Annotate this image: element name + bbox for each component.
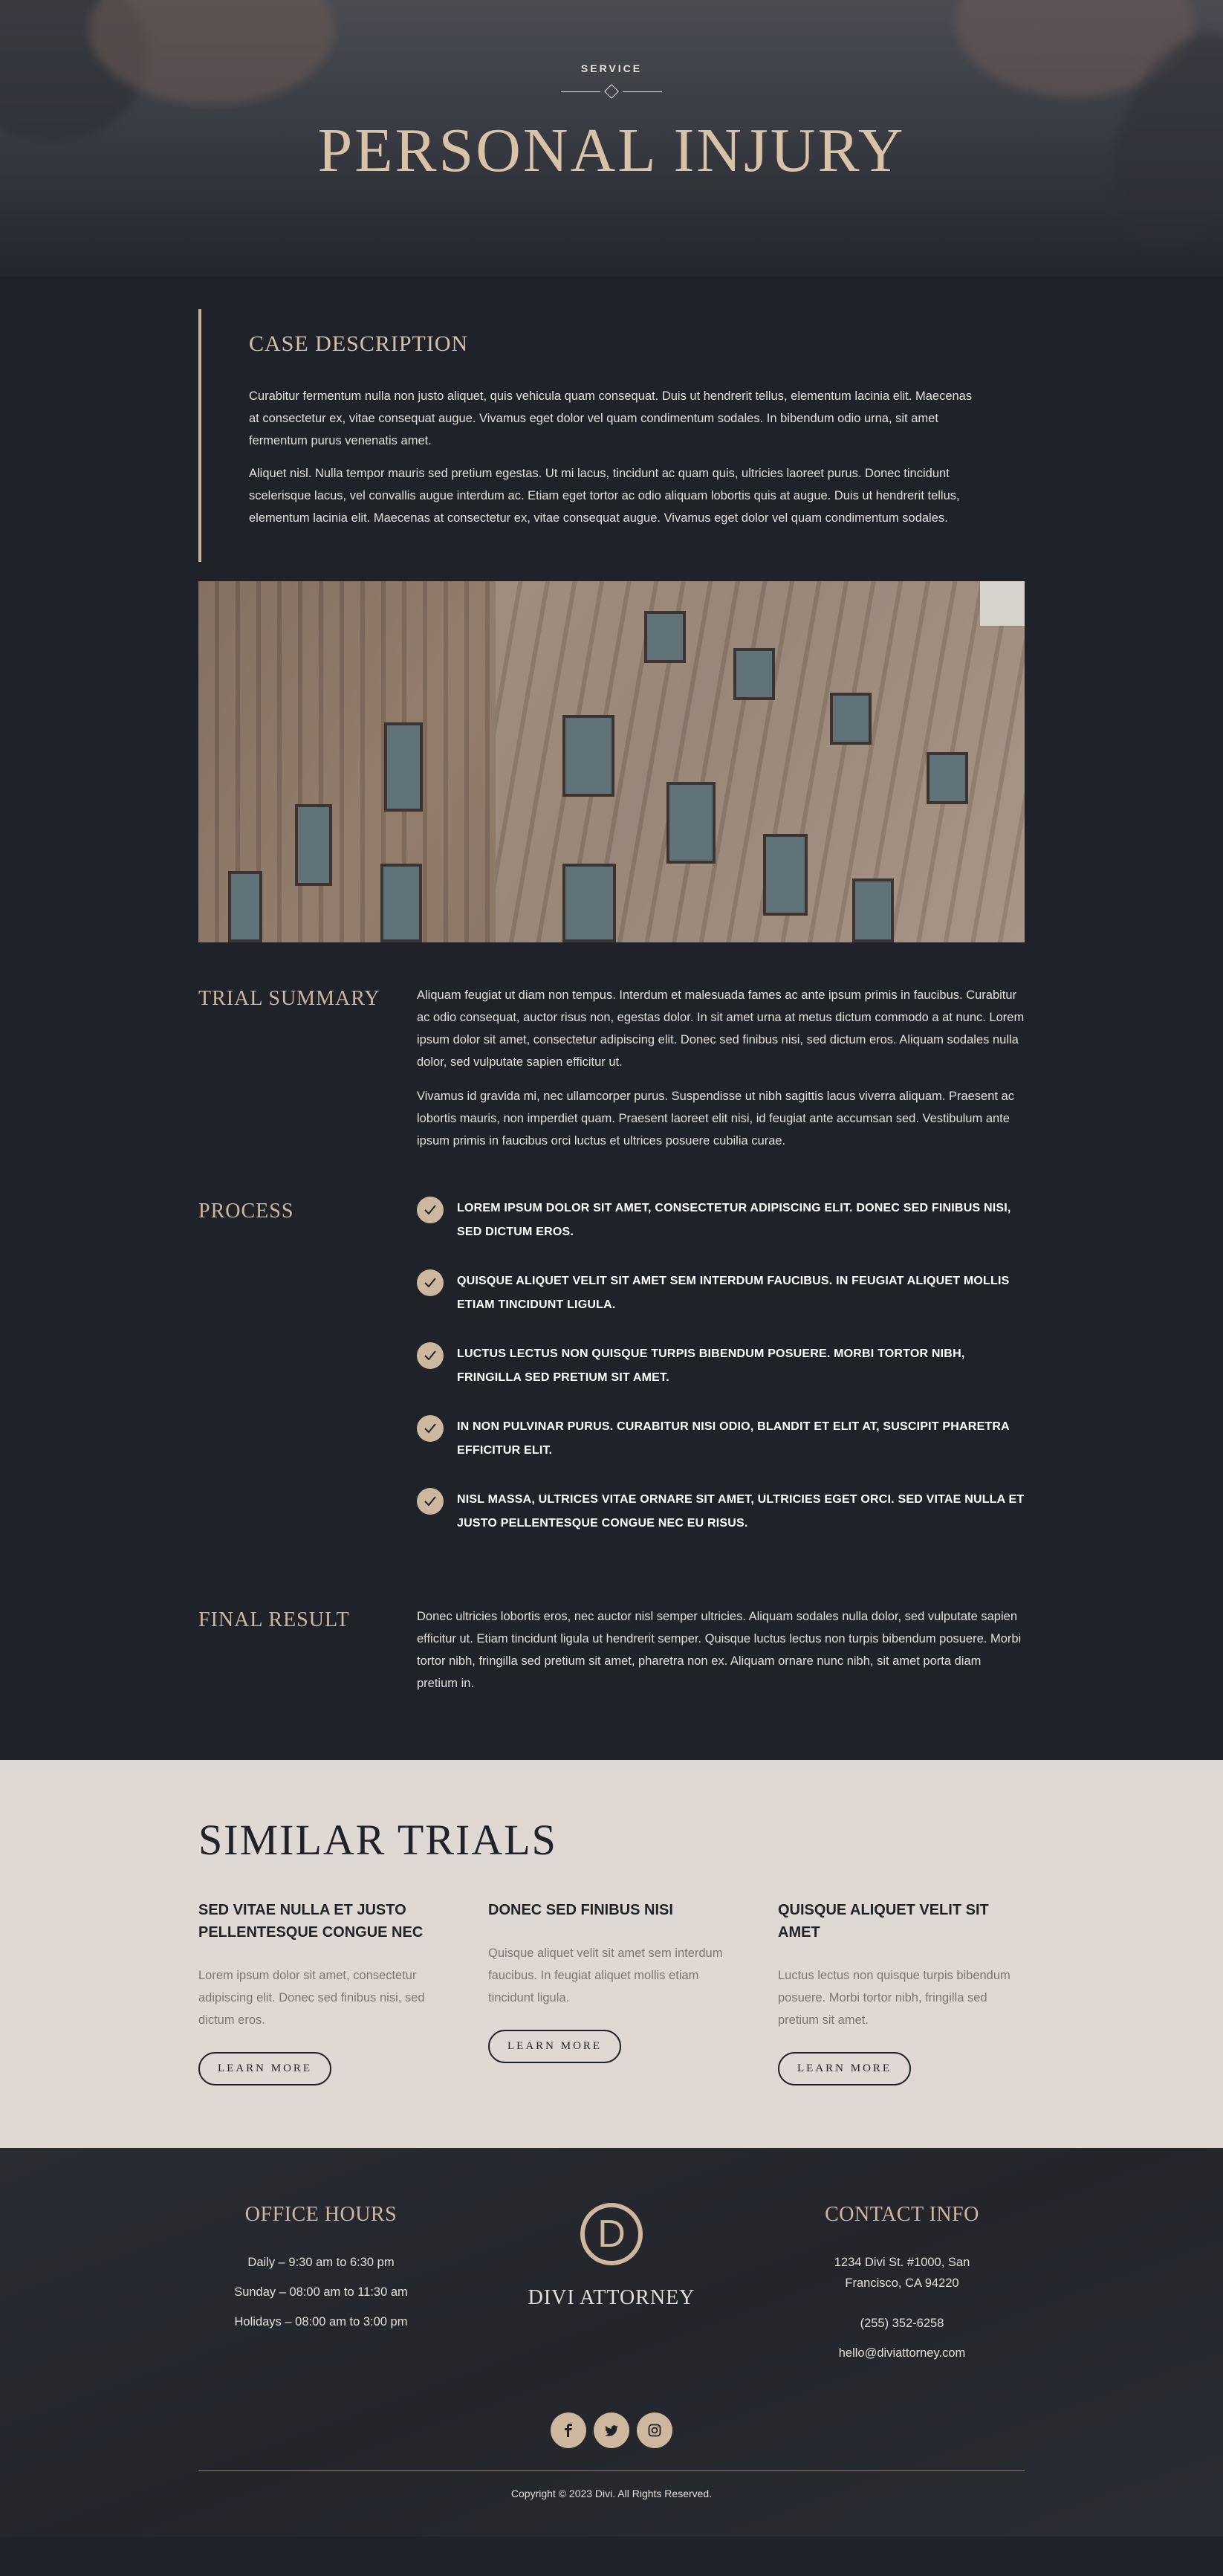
case-description: CASE DESCRIPTION Curabitur fermentum nul…: [198, 309, 1025, 562]
learn-more-button[interactable]: LEARN MORE: [778, 2052, 912, 2085]
brand-name: DIVI ATTORNEY: [528, 2286, 695, 2309]
trial-summary-paragraph: Vivamus id gravida mi, nec ullamcorper p…: [417, 1090, 1014, 1148]
checkmark-icon: [417, 1269, 444, 1296]
trial-card: DONEC SED FINIBUS NISI Quisque aliquet v…: [488, 1899, 724, 2085]
logo[interactable]: D: [580, 2203, 643, 2265]
trial-summary-label: TRIAL SUMMARY: [198, 987, 380, 1010]
trial-card-title: SED VITAE NULLA ET JUSTO PELLENTESQUE CO…: [198, 1902, 424, 1941]
similar-trials-heading: SIMILAR TRIALS: [198, 1816, 557, 1864]
contact-email[interactable]: hello@diviattorney.com: [779, 2343, 1025, 2363]
case-description-heading: CASE DESCRIPTION: [249, 331, 469, 356]
trial-card-text: Quisque aliquet velit sit amet sem inter…: [488, 1946, 723, 2004]
process-item: In non pulvinar purus. Curabitur nisi od…: [417, 1415, 1025, 1463]
process-item: Lorem ipsum dolor sit amet, consectetur …: [417, 1197, 1025, 1244]
footer: OFFICE HOURS Daily – 9:30 am to 6:30 pm …: [0, 2148, 1223, 2537]
trial-card: QUISQUE ALIQUET VELIT SIT AMET Luctus le…: [778, 1899, 1014, 2085]
trial-summary-paragraph: Aliquam feugiat ut diam non tempus. Inte…: [417, 988, 1025, 1069]
checkmark-icon: [417, 1415, 444, 1442]
hero-divider: [561, 84, 662, 99]
trial-card-title: QUISQUE ALIQUET VELIT SIT AMET: [778, 1902, 989, 1941]
process-label: PROCESS: [198, 1200, 294, 1223]
checkmark-icon: [417, 1342, 444, 1369]
twitter-icon[interactable]: [594, 2412, 629, 2448]
process-item: Nisl massa, ultrices vitae ornare sit am…: [417, 1488, 1025, 1535]
office-hours-line: Daily – 9:30 am to 6:30 pm: [247, 2256, 395, 2269]
contact-info: CONTACT INFO 1234 Divi St. #1000, San Fr…: [779, 2203, 1025, 2372]
building-image: [198, 581, 1025, 942]
trial-card: SED VITAE NULLA ET JUSTO PELLENTESQUE CO…: [198, 1899, 435, 2085]
process-section: PROCESS Lorem ipsum dolor sit amet, cons…: [198, 1197, 1025, 1561]
checkmark-icon: [417, 1488, 444, 1515]
learn-more-button[interactable]: LEARN MORE: [198, 2052, 332, 2085]
social-links: [198, 2412, 1025, 2448]
contact-address: 1234 Divi St. #1000, San Francisco, CA 9…: [834, 2256, 970, 2290]
case-paragraph: Curabitur fermentum nulla non justo aliq…: [249, 389, 973, 447]
final-result-paragraph: Donec ultricies lobortis eros, nec aucto…: [417, 1610, 1022, 1690]
final-result-label: FINAL RESULT: [198, 1608, 350, 1631]
process-item: Luctus lectus non quisque turpis bibendu…: [417, 1342, 1025, 1390]
hero-eyebrow: SERVICE: [580, 62, 643, 74]
trial-summary: TRIAL SUMMARY Aliquam feugiat ut diam no…: [198, 984, 1025, 1164]
final-result: FINAL RESULT Donec ultricies lobortis er…: [198, 1605, 1025, 1706]
contact-info-heading: CONTACT INFO: [825, 2203, 979, 2226]
office-hours-line: Holidays – 08:00 am to 3:00 pm: [234, 2315, 408, 2329]
facebook-icon[interactable]: [551, 2412, 586, 2448]
trial-card-text: Luctus lectus non quisque turpis bibendu…: [778, 1969, 1010, 2027]
process-item: Quisque aliquet velit sit amet sem inter…: [417, 1269, 1025, 1317]
office-hours: OFFICE HOURS Daily – 9:30 am to 6:30 pm …: [198, 2203, 444, 2372]
copyright: Copyright © 2023 Divi. All Rights Reserv…: [510, 2488, 713, 2499]
page-title: PERSONAL INJURY: [317, 116, 906, 185]
instagram-icon[interactable]: [637, 2412, 672, 2448]
similar-trials-section: SIMILAR TRIALS SED VITAE NULLA ET JUSTO …: [0, 1760, 1223, 2148]
office-hours-line: Sunday – 08:00 am to 11:30 am: [234, 2285, 408, 2299]
office-hours-heading: OFFICE HOURS: [244, 2203, 398, 2226]
trial-card-title: DONEC SED FINIBUS NISI: [488, 1902, 673, 1918]
trial-card-text: Lorem ipsum dolor sit amet, consectetur …: [198, 1969, 425, 2027]
case-paragraph: Aliquet nisl. Nulla tempor mauris sed pr…: [249, 467, 960, 525]
checkmark-icon: [417, 1197, 444, 1223]
brand-block: D DIVI ATTORNEY: [489, 2203, 734, 2372]
learn-more-button[interactable]: LEARN MORE: [488, 2030, 622, 2063]
hero-section: SERVICE PERSONAL INJURY: [0, 0, 1223, 276]
contact-phone[interactable]: (255) 352-6258: [779, 2313, 1025, 2334]
footer-divider: [198, 2470, 1025, 2471]
diamond-icon: [604, 84, 619, 99]
